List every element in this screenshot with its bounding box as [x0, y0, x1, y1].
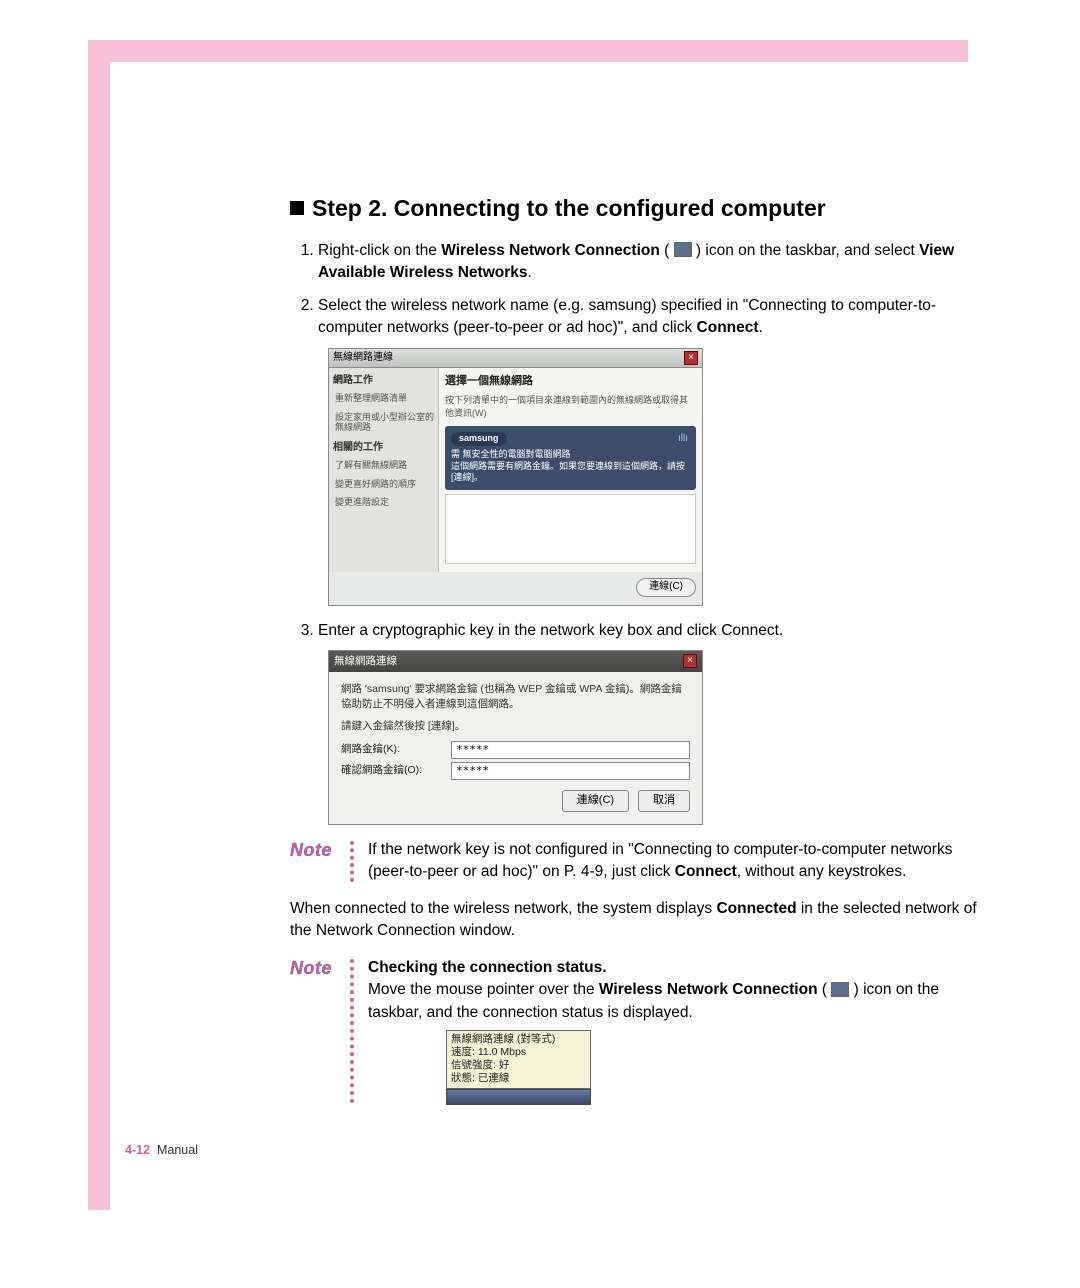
choose-network-heading: 選擇一個無線網路: [445, 374, 696, 390]
step-heading: Step 2. Connecting to the configured com…: [290, 195, 980, 222]
sidebar-item-setup[interactable]: 設定家用或小型辦公室的無線網路: [335, 412, 434, 434]
step-item-3: Enter a cryptographic key in the network…: [318, 620, 980, 825]
figure-connection-tooltip: 無線網路連線 (對等式) 速度: 11.0 Mbps 信號強度: 好 狀態: 已…: [446, 1030, 591, 1089]
sidebar-item-refresh[interactable]: 重新整理網路清單: [335, 393, 434, 404]
step-list: Right-click on the Wireless Network Conn…: [290, 240, 980, 825]
note-label-icon: Note: [290, 957, 350, 1105]
dialog-title: 無線網路連線: [333, 351, 393, 366]
choose-network-subtext: 按下列清單中的一個項目來連線到範圍內的無線網路或取得其他資訊(W): [445, 394, 696, 420]
figure-network-key-dialog: 無線網路連線 × 網路 'samsung' 要求網路金鑰 (也稱為 WEP 金鑰…: [328, 650, 703, 825]
sidebar-item-order[interactable]: 變更喜好網路的順序: [335, 479, 434, 490]
connect-button[interactable]: 連線(C): [636, 578, 696, 597]
cancel-button[interactable]: 取消: [638, 790, 690, 812]
page-content: Step 2. Connecting to the configured com…: [290, 195, 980, 1115]
figure-taskbar-tray: [446, 1089, 591, 1105]
step-item-1: Right-click on the Wireless Network Conn…: [318, 240, 980, 285]
connect-button-2[interactable]: 連線(C): [562, 790, 629, 812]
tooltip-line-4: 狀態: 已連線: [451, 1072, 586, 1085]
dialog2-buttons: 連線(C) 取消: [341, 790, 690, 812]
network-hint-line: 這個網路需要有網路金鑰。如果您要連線到這個網路，請按 [連線]。: [451, 461, 690, 484]
footer-label: Manual: [157, 1143, 198, 1157]
key-instruction-2: 請鍵入金鑰然後按 [連線]。: [341, 719, 690, 733]
network-key-input[interactable]: *****: [451, 741, 690, 759]
decor-left-bar: [88, 40, 110, 1210]
page-number: 4-12: [125, 1143, 150, 1157]
step-item-2: Select the wireless network name (e.g. s…: [318, 295, 980, 606]
square-bullet-icon: [290, 201, 304, 215]
note-subheading: Checking the connection status.: [368, 957, 980, 979]
decor-top-bar: [88, 40, 968, 62]
dialog-main: 選擇一個無線網路 按下列清單中的一個項目來連線到範圍內的無線網路或取得其他資訊(…: [439, 368, 702, 572]
note-label-icon: Note: [290, 839, 350, 884]
dialog-titlebar: 無線網路連線 ×: [329, 349, 702, 369]
dialog-sidebar: 網路工作 重新整理網路清單 設定家用或小型辦公室的無線網路 相關的工作 了解有關…: [329, 368, 439, 572]
note-block-1: Note If the network key is not configure…: [290, 839, 980, 884]
tooltip-line-2: 速度: 11.0 Mbps: [451, 1046, 586, 1059]
network-security-line: 需 無安全性的電腦對電腦網路: [451, 449, 690, 461]
close-icon[interactable]: ×: [684, 351, 698, 365]
network-entry-selected[interactable]: samsung ıllı 需 無安全性的電腦對電腦網路 這個網路需要有網路金鑰。…: [445, 426, 696, 490]
tooltip-line-3: 信號強度: 好: [451, 1059, 586, 1072]
close-icon[interactable]: ×: [683, 654, 697, 668]
connected-paragraph: When connected to the wireless network, …: [290, 898, 980, 943]
note-block-2: Note Checking the connection status. Mov…: [290, 957, 980, 1105]
network-name: samsung: [451, 432, 507, 446]
sidebar-header-1: 網路工作: [333, 374, 434, 389]
page-footer: 4-12 Manual: [125, 1143, 198, 1157]
wireless-connection-icon: [831, 982, 849, 997]
sidebar-item-learn[interactable]: 了解有關無線網路: [335, 460, 434, 471]
confirm-key-label: 確認網路金鑰(O):: [341, 763, 451, 778]
dialog2-titlebar: 無線網路連線 ×: [329, 651, 702, 672]
confirm-key-input[interactable]: *****: [451, 762, 690, 780]
key-instruction-1: 網路 'samsung' 要求網路金鑰 (也稱為 WEP 金鑰或 WPA 金鑰)…: [341, 682, 690, 710]
network-list-empty: [445, 494, 696, 564]
dotted-divider-icon: [350, 959, 360, 1103]
dialog2-title: 無線網路連線: [334, 654, 397, 669]
wireless-connection-icon: [674, 242, 692, 257]
tooltip-line-1: 無線網路連線 (對等式): [451, 1033, 586, 1046]
note-text-1: If the network key is not configured in …: [368, 839, 980, 884]
sidebar-item-advanced[interactable]: 變更進階設定: [335, 497, 434, 508]
figure-wireless-networks-dialog: 無線網路連線 × 網路工作 重新整理網路清單 設定家用或小型辦公室的無線網路 相…: [328, 348, 703, 606]
note-text-2: Checking the connection status. Move the…: [368, 957, 980, 1105]
sidebar-header-2: 相關的工作: [333, 441, 434, 456]
signal-bars-icon: ıllı: [678, 432, 688, 445]
dotted-divider-icon: [350, 841, 360, 882]
dialog-button-row: 連線(C): [329, 572, 702, 605]
network-key-label: 網路金鑰(K):: [341, 742, 451, 757]
